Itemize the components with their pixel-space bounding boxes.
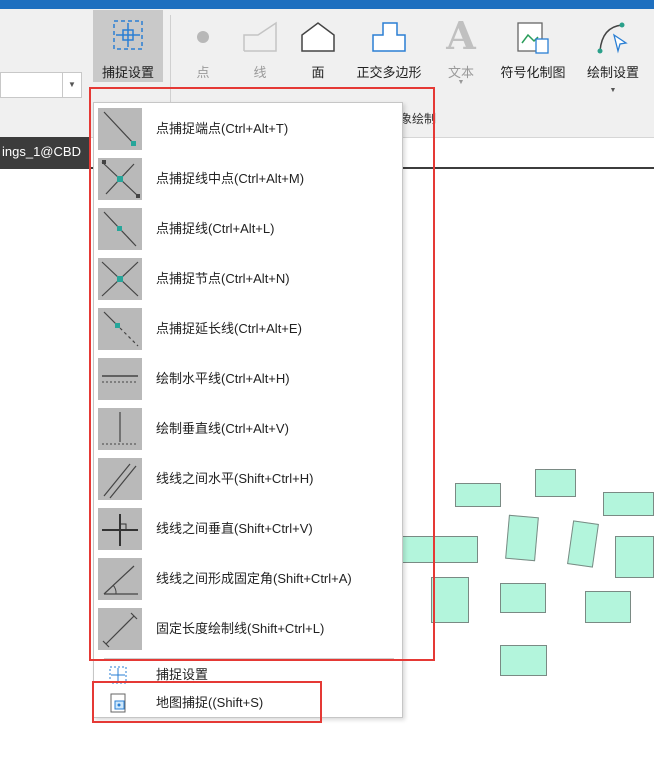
snap-settings-label: 捕捉设置 [101, 65, 154, 80]
snap-settings-icon [113, 20, 143, 50]
orthogonal-polygon-button[interactable]: 正交多边形 [350, 21, 428, 83]
symbol-map-button[interactable]: 符号化制图 [494, 21, 572, 83]
point-label: 点 [196, 65, 210, 80]
polygon-label: 面 [311, 65, 325, 80]
chevron-down-icon: ▼ [457, 79, 465, 86]
map-feature[interactable] [603, 492, 654, 516]
chevron-down-icon: ▼ [609, 87, 617, 94]
chevron-down-icon[interactable]: ▼ [62, 73, 81, 97]
draw-settings-icon [597, 22, 628, 54]
line-button[interactable]: 线 [238, 21, 282, 83]
orthogonal-polygon-label: 正交多边形 [356, 65, 422, 80]
orthogonal-polygon-icon [372, 22, 406, 52]
point-button[interactable]: 点 [183, 21, 223, 83]
map-feature[interactable] [535, 469, 576, 497]
point-icon [197, 31, 209, 43]
draw-settings-button[interactable]: 绘制设置 ▼ [580, 17, 646, 95]
text-icon: A [446, 13, 476, 58]
map-feature[interactable] [615, 536, 654, 578]
map-feature[interactable] [431, 577, 469, 623]
polygon-button[interactable]: 面 [296, 21, 340, 83]
snap-settings-button[interactable]: 捕捉设置 [93, 10, 163, 82]
document-tab[interactable]: ings_1@CBD [0, 137, 90, 167]
ribbon-tab-strip [0, 0, 654, 9]
map-feature[interactable] [567, 520, 599, 568]
highlight-box-snap-options [89, 87, 435, 661]
layer-combo[interactable]: ▼ [0, 72, 82, 98]
draw-settings-label: 绘制设置 [586, 65, 639, 80]
polygon-icon [301, 22, 335, 52]
map-feature[interactable] [585, 591, 631, 623]
highlight-box-map-snap [92, 681, 322, 723]
map-feature[interactable] [500, 583, 546, 613]
symbol-map-icon [517, 22, 549, 54]
symbol-map-label: 符号化制图 [500, 65, 566, 80]
line-label: 线 [253, 65, 267, 80]
text-button[interactable]: A 文本 ▼ [438, 17, 484, 87]
map-feature[interactable] [505, 514, 539, 562]
map-feature[interactable] [455, 483, 501, 507]
map-feature[interactable] [500, 645, 547, 676]
line-icon [243, 21, 277, 52]
